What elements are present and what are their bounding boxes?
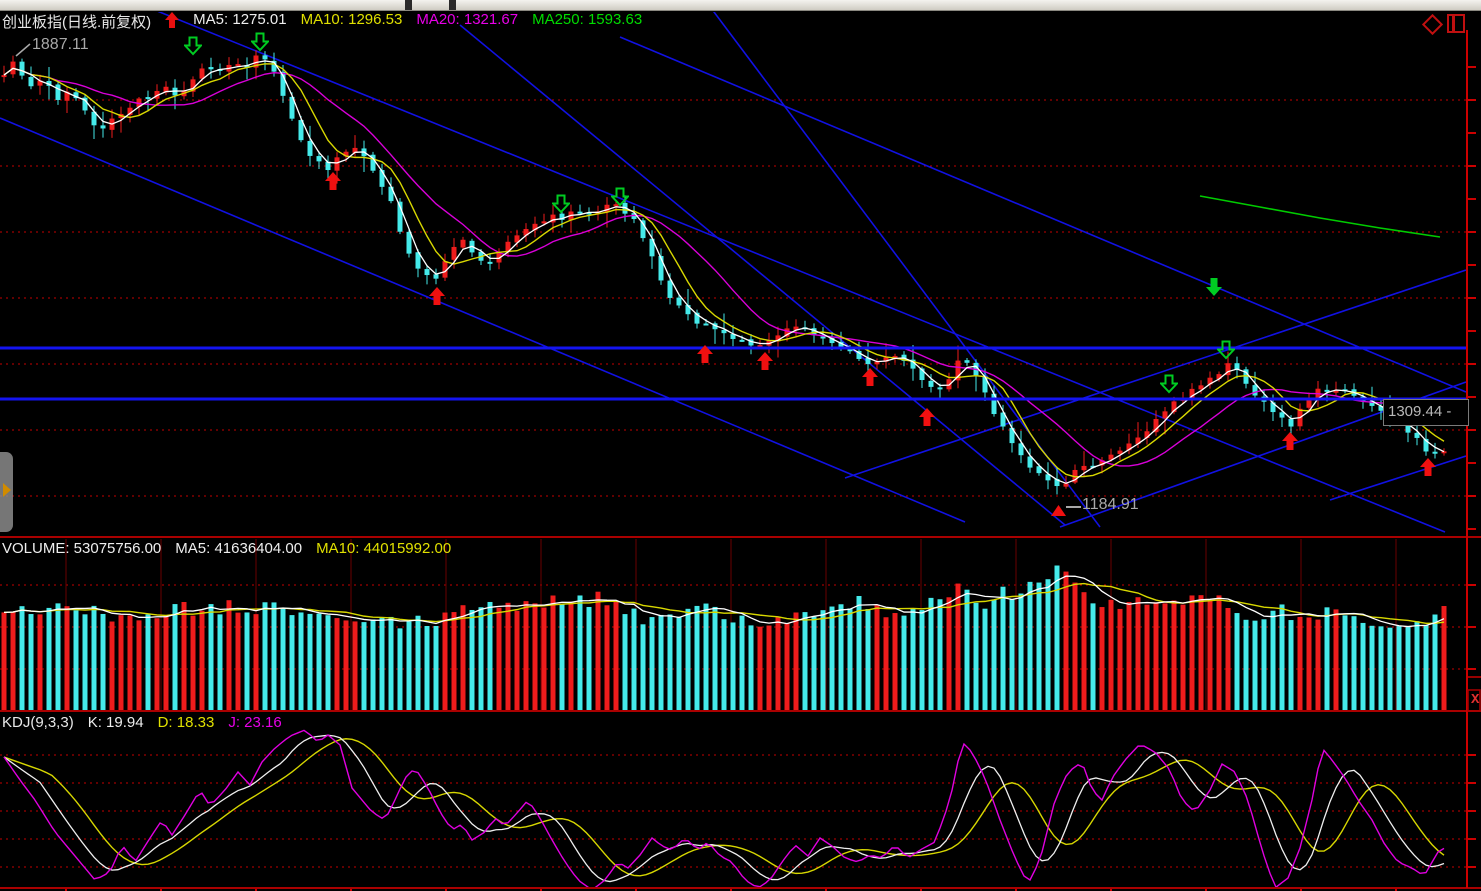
- ma250-value-label: MA250: 1593.63: [532, 11, 642, 32]
- main-chart-header: 创业板指(日线.前复权) MA5: 1275.01 MA10: 1296.53 …: [2, 11, 642, 32]
- volume-panel-header: VOLUME: 53075756.00 MA5: 41636404.00 MA1…: [2, 540, 451, 557]
- sell-signal-arrow-hollow: [1217, 340, 1235, 360]
- sell-signal-arrow-hollow: [1160, 374, 1178, 394]
- sell-signal-arrow-hollow: [611, 187, 629, 207]
- volume-ma10-label: MA10: 44015992.00: [316, 540, 451, 557]
- sidebar-expand-handle[interactable]: [0, 452, 13, 532]
- buy-signal-arrow: [757, 352, 773, 370]
- kdj-k-label: K: 19.94: [88, 714, 144, 731]
- window-top-strip: [0, 0, 1481, 11]
- low-point-marker: [1051, 505, 1066, 516]
- ma20-value-label: MA20: 1321.67: [416, 11, 518, 32]
- split-window-icon-bar: [1452, 16, 1455, 31]
- kdj-d-label: D: 18.33: [158, 714, 215, 731]
- split-window-icon[interactable]: [1447, 14, 1465, 33]
- sell-signal-arrow-hollow: [184, 36, 202, 56]
- expand-arrow-icon: [3, 483, 11, 497]
- last-price-tag: 1309.44 -: [1383, 399, 1469, 426]
- volume-value-label: VOLUME: 53075756.00: [2, 540, 161, 557]
- close-indicator-button[interactable]: X: [1471, 692, 1479, 708]
- buy-signal-arrow: [429, 287, 445, 305]
- kdj-panel-header: KDJ(9,3,3) K: 19.94 D: 18.33 J: 23.16: [2, 714, 282, 731]
- buy-signal-arrow: [697, 345, 713, 363]
- period-high-label: 1887.11: [32, 36, 89, 54]
- buy-signal-arrow: [862, 368, 878, 386]
- low-label-pointer: [1066, 506, 1081, 508]
- topbar-notch: [449, 0, 456, 10]
- instrument-title: 创业板指(日线.前复权): [2, 11, 151, 32]
- ma10-value-label: MA10: 1296.53: [301, 11, 403, 32]
- chart-canvas[interactable]: [0, 0, 1481, 891]
- buy-signal-arrow: [1420, 458, 1436, 476]
- sell-signal-arrow-hollow: [552, 194, 570, 214]
- ma5-value-label: MA5: 1275.01: [193, 11, 286, 32]
- volume-ma5-label: MA5: 41636404.00: [175, 540, 302, 557]
- sell-signal-arrow: [1206, 278, 1222, 296]
- kdj-j-label: J: 23.16: [228, 714, 281, 731]
- topbar-notch: [405, 0, 412, 10]
- sell-signal-arrow-hollow: [251, 32, 269, 52]
- buy-signal-arrow: [325, 172, 341, 190]
- buy-signal-arrow: [919, 408, 935, 426]
- period-low-label: 1184.91: [1082, 496, 1139, 514]
- up-arrow-icon: [165, 12, 179, 28]
- kdj-name-label: KDJ(9,3,3): [2, 714, 74, 731]
- trading-app-window: 创业板指(日线.前复权) MA5: 1275.01 MA10: 1296.53 …: [0, 0, 1481, 891]
- buy-signal-arrow: [1282, 432, 1298, 450]
